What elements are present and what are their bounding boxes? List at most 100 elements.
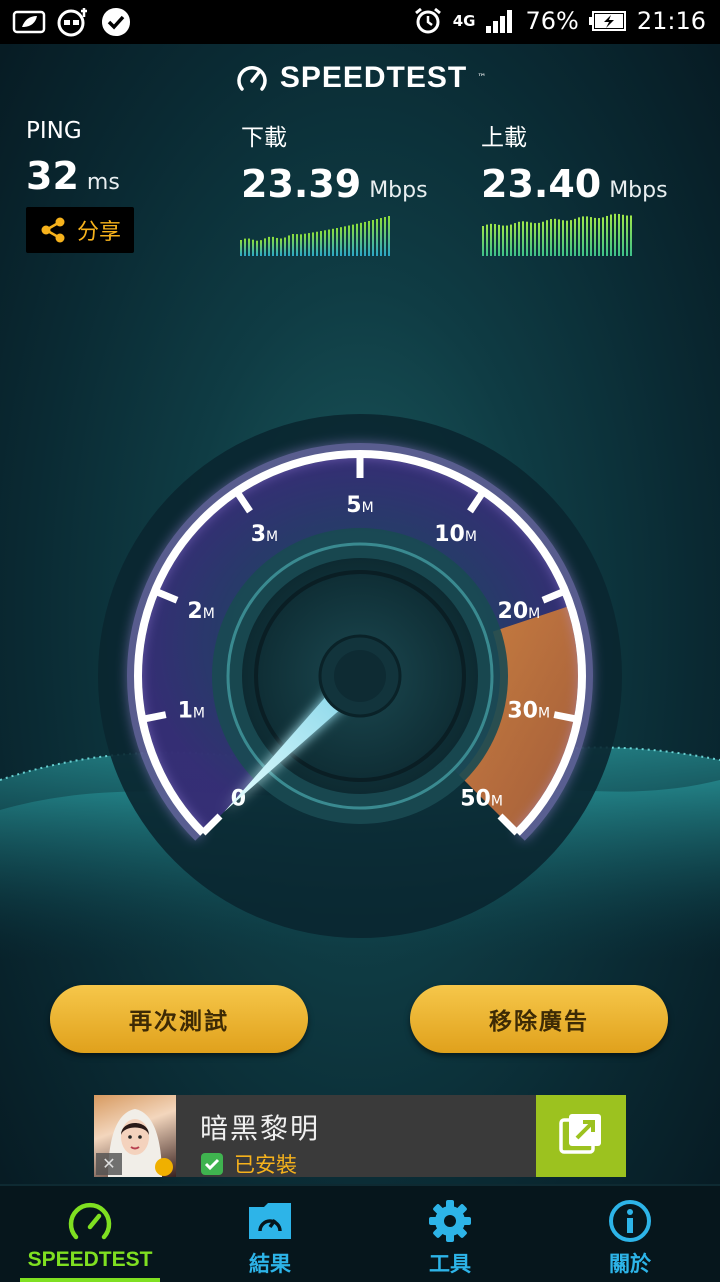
graph-bar bbox=[300, 234, 302, 256]
graph-bar bbox=[542, 221, 544, 256]
upload-unit: Mbps bbox=[609, 178, 668, 203]
graph-bar bbox=[324, 230, 326, 256]
speedometer-logo-icon bbox=[237, 65, 267, 91]
ping-metric: PING 32 ms bbox=[26, 118, 120, 198]
graph-bar bbox=[252, 239, 254, 256]
graph-bar bbox=[284, 237, 286, 256]
trademark: ™ bbox=[477, 73, 487, 83]
graph-bar bbox=[336, 227, 338, 256]
nav-tools[interactable]: 工具 bbox=[360, 1186, 540, 1282]
graph-bar bbox=[622, 214, 624, 256]
download-label: 下載 bbox=[241, 125, 287, 151]
graph-bar bbox=[506, 225, 508, 256]
download-metric: 下載 23.39 Mbps bbox=[241, 118, 428, 206]
graph-bar bbox=[594, 217, 596, 256]
ad-install-status: 已安裝 bbox=[200, 1149, 297, 1179]
graph-bar bbox=[364, 221, 366, 256]
system-icons: 4G 76% 21:16 bbox=[413, 6, 706, 36]
graph-bar bbox=[510, 224, 512, 256]
graph-bar bbox=[344, 226, 346, 256]
graph-bar bbox=[518, 221, 520, 256]
upload-metric: 上載 23.40 Mbps bbox=[481, 118, 668, 206]
graph-bar bbox=[630, 215, 632, 256]
ad-close-button[interactable]: ✕ bbox=[96, 1153, 122, 1175]
graph-bar bbox=[264, 238, 266, 256]
graph-bar bbox=[356, 223, 358, 256]
graph-bar bbox=[590, 217, 592, 256]
graph-bar bbox=[502, 225, 504, 256]
ad-open-button[interactable] bbox=[536, 1095, 626, 1177]
graph-bar bbox=[384, 217, 386, 256]
graph-bar bbox=[248, 238, 250, 256]
graph-bar bbox=[582, 216, 584, 256]
clock: 21:16 bbox=[636, 7, 706, 35]
signal-icon bbox=[486, 10, 513, 33]
open-external-icon bbox=[559, 1114, 601, 1154]
graph-bar bbox=[486, 224, 488, 256]
leaf-notification-icon bbox=[12, 10, 46, 34]
graph-bar bbox=[244, 238, 246, 256]
graph-bar bbox=[328, 229, 330, 256]
graph-bar bbox=[614, 213, 616, 256]
graph-bar bbox=[606, 215, 608, 256]
retest-button[interactable]: 再次測試 bbox=[50, 985, 308, 1053]
graph-bar bbox=[276, 237, 278, 256]
share-button[interactable]: 分享 bbox=[26, 207, 134, 253]
graph-bar bbox=[526, 221, 528, 256]
graph-bar bbox=[574, 218, 576, 256]
graph-bar bbox=[482, 226, 484, 256]
gauge-tick bbox=[553, 711, 579, 723]
gauge-tick bbox=[141, 711, 167, 723]
graph-bar bbox=[578, 217, 580, 256]
graph-bar bbox=[376, 219, 378, 256]
share-icon bbox=[41, 217, 65, 243]
notification-icons bbox=[12, 6, 132, 38]
graph-bar bbox=[530, 222, 532, 256]
graph-bar bbox=[260, 240, 262, 256]
ad-status-label: 已安裝 bbox=[234, 1153, 297, 1177]
download-graph bbox=[240, 216, 390, 256]
graph-bar bbox=[368, 220, 370, 256]
graph-bar bbox=[316, 231, 318, 256]
graph-bar bbox=[332, 228, 334, 256]
game-notification-icon bbox=[57, 8, 87, 37]
graph-bar bbox=[288, 235, 290, 256]
ad-game-thumbnail[interactable]: ✕ bbox=[94, 1095, 176, 1177]
status-bar: 4G 76% 21:16 bbox=[0, 0, 720, 44]
graph-bar bbox=[602, 217, 604, 256]
upload-label: 上載 bbox=[481, 125, 527, 151]
graph-bar bbox=[562, 220, 564, 256]
graph-bar bbox=[610, 214, 612, 256]
bottom-nav: SPEEDTEST 結果 工具 關於 bbox=[0, 1184, 720, 1282]
nav-tools-label: 工具 bbox=[429, 1252, 471, 1276]
graph-bar bbox=[280, 238, 282, 256]
speedtest-logo: SPEEDTEST ™ bbox=[0, 60, 720, 96]
graph-bar bbox=[380, 218, 382, 256]
nav-about-label: 關於 bbox=[609, 1252, 651, 1276]
download-unit: Mbps bbox=[369, 178, 428, 203]
ad-banner[interactable]: ✕ 暗黑黎明 已安裝 bbox=[94, 1095, 626, 1177]
graph-bar bbox=[546, 220, 548, 256]
nav-speedtest[interactable]: SPEEDTEST bbox=[0, 1186, 180, 1282]
gear-icon bbox=[429, 1200, 471, 1242]
graph-bar bbox=[348, 225, 350, 256]
graph-bar bbox=[494, 224, 496, 256]
graph-bar bbox=[570, 220, 572, 256]
upload-graph bbox=[482, 213, 632, 256]
graph-bar bbox=[550, 219, 552, 256]
nav-results[interactable]: 結果 bbox=[180, 1186, 360, 1282]
graph-bar bbox=[554, 218, 556, 256]
speed-gauge: 01M2M3M5M10M20M30M50M bbox=[98, 414, 622, 938]
graph-bar bbox=[292, 234, 294, 256]
nav-about[interactable]: 關於 bbox=[540, 1186, 720, 1282]
graph-bar bbox=[312, 232, 314, 256]
graph-bar bbox=[388, 216, 390, 256]
share-label: 分享 bbox=[76, 220, 121, 245]
graph-bar bbox=[272, 236, 274, 256]
graph-bar bbox=[598, 218, 600, 256]
remove-ads-button[interactable]: 移除廣告 bbox=[410, 985, 668, 1053]
graph-bar bbox=[626, 215, 628, 256]
ping-unit: ms bbox=[86, 170, 120, 195]
graph-bar bbox=[558, 219, 560, 256]
info-icon bbox=[609, 1200, 651, 1242]
